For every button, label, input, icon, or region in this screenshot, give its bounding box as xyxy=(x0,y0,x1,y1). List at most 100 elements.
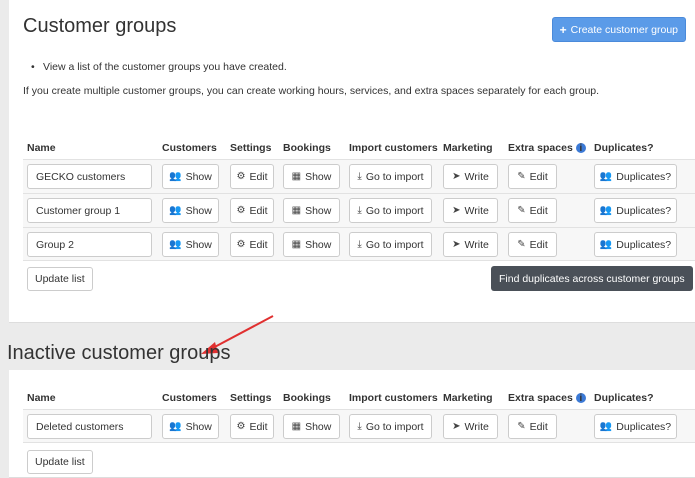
header-customers: Customers xyxy=(162,142,217,154)
show-bookings-button[interactable]: ▦ Show xyxy=(283,414,340,439)
header-marketing: Marketing xyxy=(443,392,493,404)
edit-settings-button[interactable]: ⚙ Edit xyxy=(230,164,274,189)
button-label: Edit xyxy=(249,238,268,251)
button-label: Edit xyxy=(249,170,268,183)
button-label: Go to import xyxy=(365,204,424,217)
find-duplicates-across-button[interactable]: Find duplicates across customer groups xyxy=(491,266,693,291)
duplicates-button[interactable]: 👥 Duplicates? xyxy=(594,164,677,189)
paper-plane-icon: ➤ xyxy=(452,420,461,432)
active-groups-table: Name Customers Settings Bookings Import … xyxy=(23,137,695,261)
customer-groups-card: Customer groups + Create customer group … xyxy=(9,0,695,323)
header-name: Name xyxy=(27,392,56,404)
duplicates-button[interactable]: 👥 Duplicates? xyxy=(594,232,677,257)
download-icon: ⤓ xyxy=(357,420,362,432)
users-icon: 👥 xyxy=(169,170,182,182)
show-customers-button[interactable]: 👥 Show xyxy=(162,414,219,439)
info-icon[interactable]: i xyxy=(575,143,586,153)
users-icon: 👥 xyxy=(599,170,613,182)
go-to-import-button[interactable]: ⤓ Go to import xyxy=(349,164,432,189)
duplicates-button[interactable]: 👥 Duplicates? xyxy=(594,414,677,439)
edit-extra-spaces-button[interactable]: ✎ Edit xyxy=(508,414,557,439)
pencil-square-icon: ✎ xyxy=(517,238,526,250)
pencil-square-icon: ✎ xyxy=(517,420,526,432)
edit-settings-button[interactable]: ⚙ Edit xyxy=(230,198,274,223)
users-icon: 👥 xyxy=(169,204,182,216)
header-duplicates: Duplicates? xyxy=(594,392,654,404)
update-list-button[interactable]: Update list xyxy=(27,267,93,291)
header-customers: Customers xyxy=(162,392,217,404)
show-bookings-button[interactable]: ▦ Show xyxy=(283,232,340,257)
button-label: Go to import xyxy=(365,238,424,251)
button-label: Go to import xyxy=(365,170,424,183)
edit-settings-button[interactable]: ⚙ Edit xyxy=(230,414,274,439)
header-extra-spaces: Extra spaces i xyxy=(508,392,586,404)
calendar-icon: ▦ xyxy=(291,204,302,216)
table-row: Customer group 1 👥 Show ⚙ Edit ▦ Show ⤓ Go t… xyxy=(23,193,695,227)
pencil-square-icon: ✎ xyxy=(517,204,526,216)
edit-extra-spaces-button[interactable]: ✎ Edit xyxy=(508,164,557,189)
button-label: Edit xyxy=(529,420,548,433)
calendar-icon: ▦ xyxy=(291,420,302,432)
create-customer-group-button[interactable]: + Create customer group xyxy=(551,17,686,42)
info-icon[interactable]: i xyxy=(575,393,586,403)
inactive-groups-title: Inactive customer groups xyxy=(7,342,231,364)
users-icon: 👥 xyxy=(599,238,613,250)
inactive-groups-table: Name Customers Settings Bookings Import … xyxy=(23,387,695,443)
button-label: Show xyxy=(185,204,212,217)
cog-icon: ⚙ xyxy=(236,420,246,432)
marketing-write-button[interactable]: ➤ Write xyxy=(443,164,498,189)
header-marketing: Marketing xyxy=(443,142,493,154)
info-text: If you create multiple customer groups, … xyxy=(23,85,600,97)
button-label: Write xyxy=(464,238,489,251)
button-label: Edit xyxy=(529,204,548,217)
create-customer-group-label: Create customer group xyxy=(570,23,678,36)
marketing-write-button[interactable]: ➤ Write xyxy=(443,232,498,257)
header-name: Name xyxy=(27,142,56,154)
users-icon: 👥 xyxy=(599,420,613,432)
go-to-import-button[interactable]: ⤓ Go to import xyxy=(349,198,432,223)
calendar-icon: ▦ xyxy=(291,238,302,250)
header-extra-label: Extra spaces xyxy=(508,142,573,154)
show-customers-button[interactable]: 👥 Show xyxy=(162,232,219,257)
calendar-icon: ▦ xyxy=(291,170,302,182)
show-bookings-button[interactable]: ▦ Show xyxy=(283,164,340,189)
show-customers-button[interactable]: 👥 Show xyxy=(162,198,219,223)
group-name-field[interactable]: GECKO customers xyxy=(27,164,152,189)
button-label: Show xyxy=(305,170,332,183)
button-label: Duplicates? xyxy=(616,420,672,433)
header-bookings: Bookings xyxy=(283,392,331,404)
go-to-import-button[interactable]: ⤓ Go to import xyxy=(349,414,432,439)
button-label: Edit xyxy=(529,170,548,183)
button-label: Duplicates? xyxy=(616,238,672,251)
show-customers-button[interactable]: 👥 Show xyxy=(162,164,219,189)
go-to-import-button[interactable]: ⤓ Go to import xyxy=(349,232,432,257)
group-name-field[interactable]: Customer group 1 xyxy=(27,198,152,223)
cog-icon: ⚙ xyxy=(236,238,246,250)
table-header: Name Customers Settings Bookings Import … xyxy=(23,137,695,159)
button-label: Show xyxy=(305,204,332,217)
paper-plane-icon: ➤ xyxy=(452,170,461,182)
table-row: Group 2 👥 Show ⚙ Edit ▦ Show ⤓ Go to import … xyxy=(23,227,695,261)
marketing-write-button[interactable]: ➤ Write xyxy=(443,198,498,223)
button-label: Show xyxy=(305,420,332,433)
button-label: Show xyxy=(185,420,212,433)
users-icon: 👥 xyxy=(599,204,613,216)
edit-extra-spaces-button[interactable]: ✎ Edit xyxy=(508,198,557,223)
duplicates-button[interactable]: 👥 Duplicates? xyxy=(594,198,677,223)
page-title: Customer groups xyxy=(23,15,177,37)
update-list-button[interactable]: Update list xyxy=(27,450,93,474)
show-bookings-button[interactable]: ▦ Show xyxy=(283,198,340,223)
table-row: GECKO customers 👥 Show ⚙ Edit ▦ Show ⤓ Go to… xyxy=(23,159,695,193)
plus-icon: + xyxy=(559,22,567,37)
inactive-groups-card: Name Customers Settings Bookings Import … xyxy=(9,370,695,478)
button-label: Write xyxy=(464,204,489,217)
marketing-write-button[interactable]: ➤ Write xyxy=(443,414,498,439)
edit-extra-spaces-button[interactable]: ✎ Edit xyxy=(508,232,557,257)
group-name-field[interactable]: Group 2 xyxy=(27,232,152,257)
button-label: Show xyxy=(305,238,332,251)
group-name-field[interactable]: Deleted customers xyxy=(27,414,152,439)
bullet-text: View a list of the customer groups you h… xyxy=(31,61,287,73)
edit-settings-button[interactable]: ⚙ Edit xyxy=(230,232,274,257)
button-label: Duplicates? xyxy=(616,170,672,183)
button-label: Edit xyxy=(249,204,268,217)
